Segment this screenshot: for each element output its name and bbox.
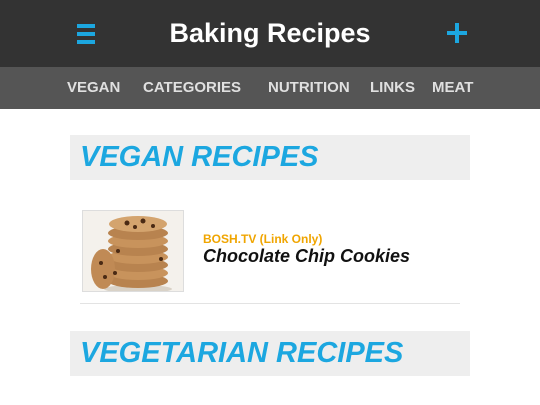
add-plus-icon[interactable] [447,23,467,43]
nav-item-links[interactable]: LINKS [370,67,415,109]
category-nav-bar: VEGAN CATEGORIES NUTRITION LINKS MEAT [0,67,540,109]
nav-item-meat[interactable]: MEAT [432,67,473,109]
cookie-stack-image [83,211,183,291]
recipe-list-item[interactable]: BOSH.TV (Link Only) Chocolate Chip Cooki… [80,208,460,304]
recipe-thumbnail[interactable] [82,210,184,292]
nav-item-vegan[interactable]: VEGAN [67,67,120,109]
top-app-bar: Baking Recipes [0,0,540,67]
section-header-vegetarian: VEGETARIAN RECIPES [70,331,470,376]
section-title-vegan: VEGAN RECIPES [80,141,319,173]
recipe-source[interactable]: BOSH.TV (Link Only) [203,232,322,246]
section-title-vegetarian: VEGETARIAN RECIPES [80,337,404,369]
nav-item-categories[interactable]: CATEGORIES [143,67,241,109]
hamburger-menu-icon[interactable] [77,24,95,44]
nav-item-nutrition[interactable]: NUTRITION [268,67,350,109]
section-header-vegan: VEGAN RECIPES [70,135,470,180]
recipe-title[interactable]: Chocolate Chip Cookies [203,246,410,267]
